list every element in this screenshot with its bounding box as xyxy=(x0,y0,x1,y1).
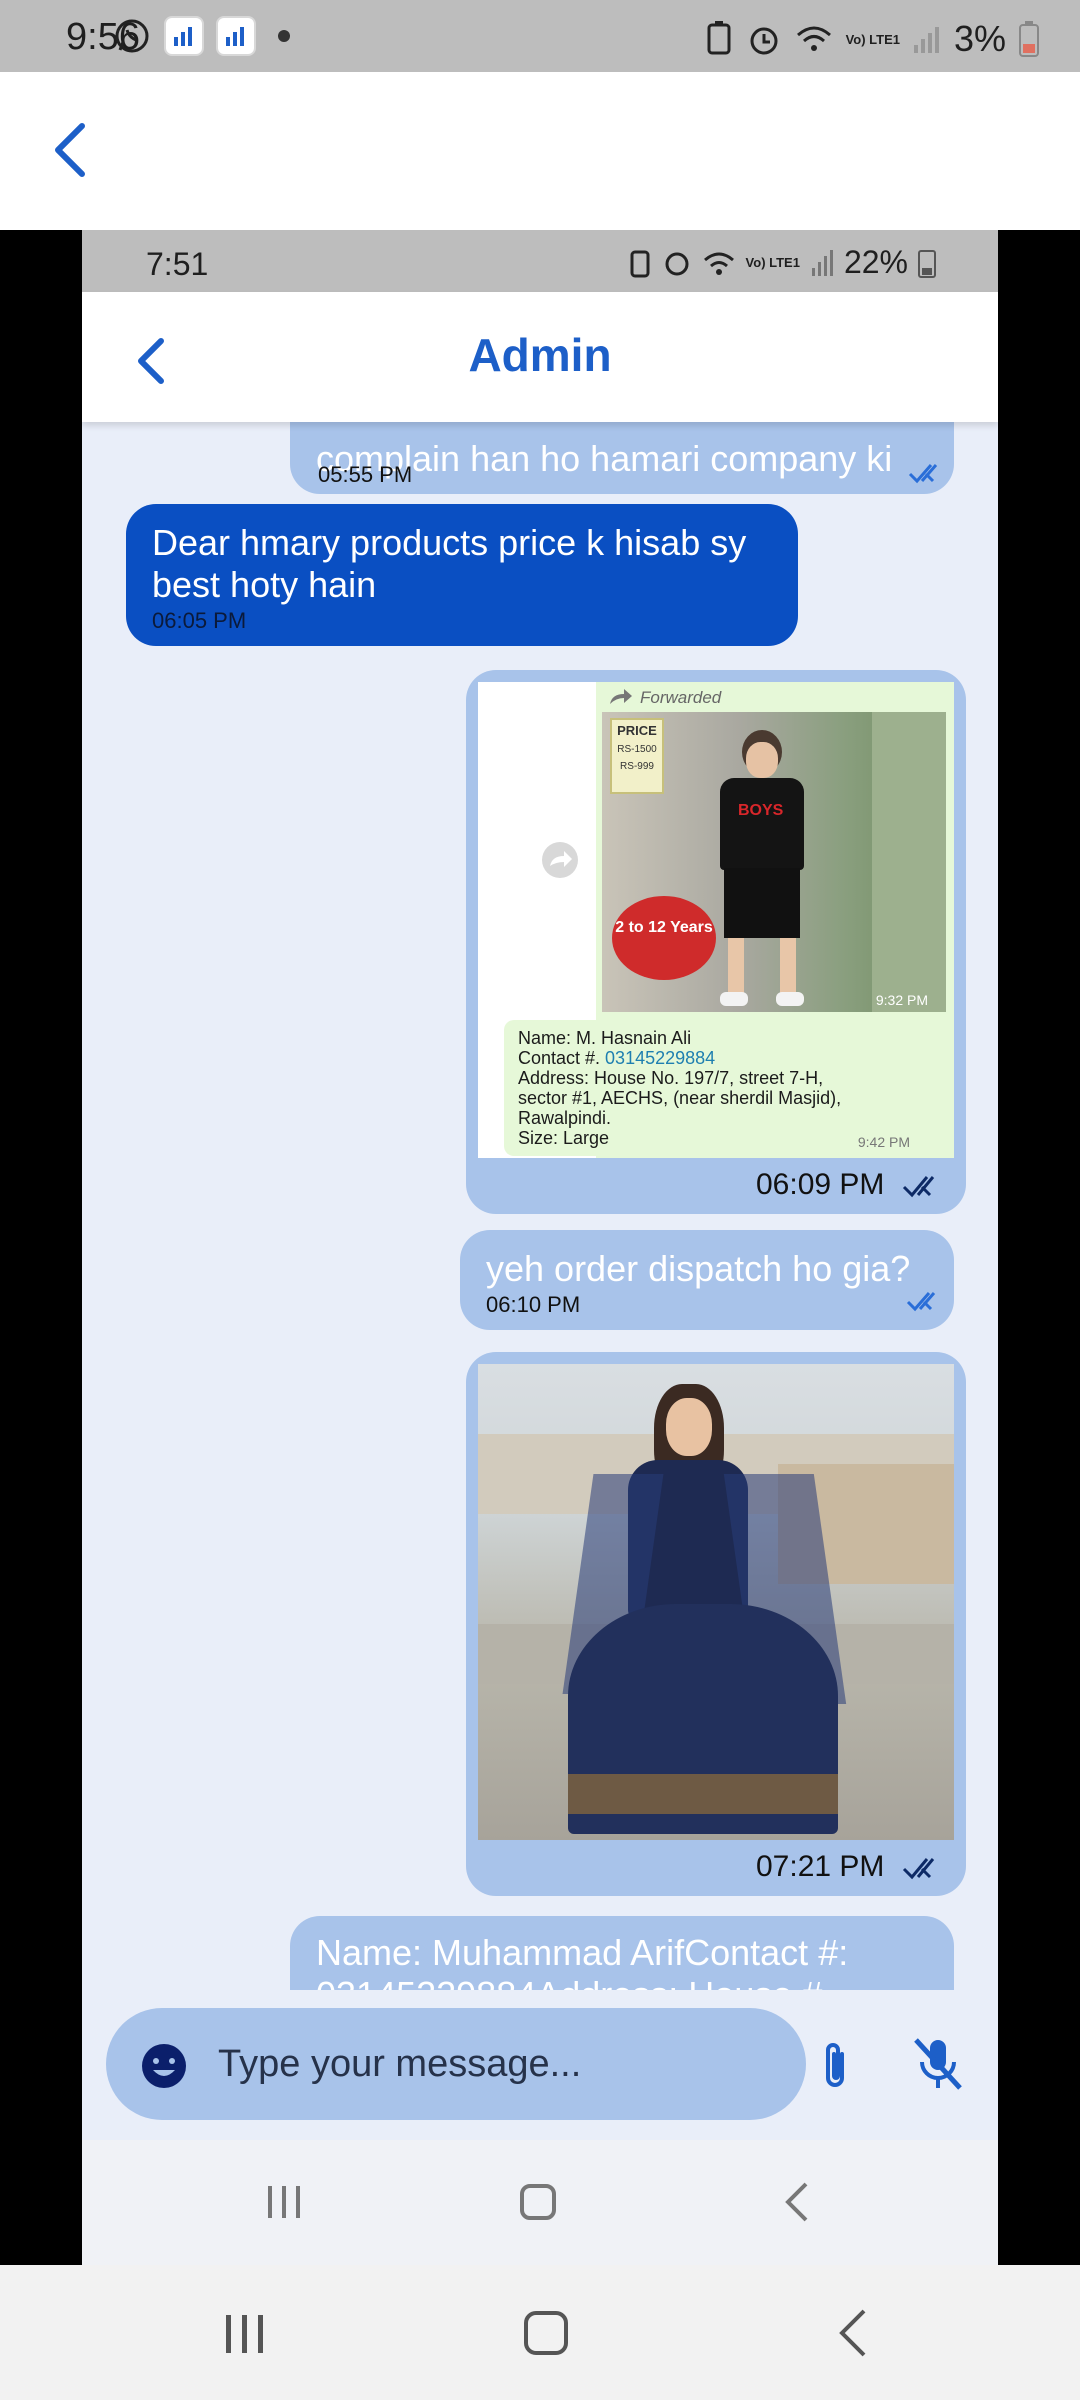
app-notification-icon xyxy=(164,16,204,56)
message-input[interactable] xyxy=(218,2036,778,2092)
inner-photo-time: 9:32 PM xyxy=(875,992,928,1008)
whatsapp-icon xyxy=(115,19,149,53)
message-time: 06:05 PM xyxy=(152,608,247,633)
chevron-left-icon xyxy=(55,123,85,177)
recent-apps-icon[interactable] xyxy=(222,2311,268,2357)
inner-system-icons: Vo) LTE1 22% xyxy=(628,244,936,281)
address-line: Address: House No. 197/7, street 7-H, xyxy=(518,1068,824,1088)
battery-saver-icon xyxy=(630,250,650,277)
double-check-icon xyxy=(902,1858,935,1880)
dress-photo[interactable] xyxy=(478,1364,954,1840)
shirt-text: BOYS xyxy=(738,802,784,819)
price-new: RS-999 xyxy=(620,761,654,772)
emoji-icon[interactable] xyxy=(140,2042,188,2090)
message-text: yeh order dispatch ho gia? xyxy=(486,1248,911,1289)
inner-status-time: 7:51 xyxy=(146,246,209,282)
outer-app-bar xyxy=(0,72,1080,230)
back-nav-icon[interactable] xyxy=(836,2307,870,2359)
battery-saver-icon xyxy=(707,21,731,55)
screen: 9:56 Vo) LTE1 3% 7:51 Vo) LTE1 22% Admin… xyxy=(0,0,1080,2400)
network-type-label: Vo) LTE1 xyxy=(745,255,800,270)
age-badge: 2 to 12 Years xyxy=(612,896,716,980)
sent-message[interactable]: yeh order dispatch ho gia? 06:10 PM xyxy=(460,1230,954,1330)
back-nav-icon[interactable] xyxy=(782,2180,812,2224)
price-tag: PRICE RS-1500 RS-999 xyxy=(610,718,664,794)
age-badge-text: 2 to 12 Years xyxy=(615,919,713,936)
sent-image-message[interactable]: Forwarded PRICE RS-1500 RS-999 BOYS 2 to… xyxy=(466,670,966,1214)
forwarded-screenshot-image[interactable]: Forwarded PRICE RS-1500 RS-999 BOYS 2 to… xyxy=(478,682,954,1158)
message-time: 05:55 PM xyxy=(318,462,413,487)
more-notifications-dot xyxy=(278,30,290,42)
alarm-icon xyxy=(665,252,689,275)
address-line: Rawalpindi. xyxy=(518,1108,612,1128)
product-photo: PRICE RS-1500 RS-999 BOYS 2 to 12 Years … xyxy=(602,712,946,1012)
signal-icon xyxy=(913,27,939,53)
chat-header: Admin xyxy=(82,292,998,422)
outer-battery-percent: 3% xyxy=(953,18,1006,59)
outer-status-bar: 9:56 Vo) LTE1 3% xyxy=(0,0,1080,72)
shared-screenshot: 7:51 Vo) LTE1 22% Admin complain han ho … xyxy=(82,230,998,2265)
message-text: Name: Muhammad ArifContact #: xyxy=(316,1932,849,1973)
message-input-bar xyxy=(82,1990,998,2140)
outer-system-icons: Vo) LTE1 3% xyxy=(704,18,1040,60)
inner-battery-percent: 22% xyxy=(843,244,908,280)
outer-notification-icons xyxy=(112,16,290,56)
sent-image-message[interactable]: 07:21 PM xyxy=(466,1352,966,1896)
message-input-container xyxy=(106,2008,806,2120)
message-time: 06:10 PM xyxy=(486,1292,581,1317)
address-message: Name: M. Hasnain Ali Contact #. 03145229… xyxy=(504,1020,944,1156)
alarm-icon xyxy=(750,27,778,55)
double-check-icon xyxy=(906,1292,936,1312)
contact-number-link[interactable]: 03145229884 xyxy=(605,1048,715,1068)
tshirt: BOYS xyxy=(720,778,804,870)
inner-status-bar: 7:51 Vo) LTE1 22% xyxy=(82,230,998,292)
app-notification-icon xyxy=(216,16,256,56)
price-old: RS-1500 xyxy=(617,744,657,755)
contact-line: Contact #. 03145229884 xyxy=(518,1048,938,1068)
outer-navigation-bar xyxy=(0,2265,1080,2400)
forward-icon xyxy=(610,689,632,704)
home-icon[interactable] xyxy=(522,2309,570,2357)
signal-icon xyxy=(811,249,833,276)
wifi-icon xyxy=(796,26,831,51)
contact-label: Contact #. xyxy=(518,1048,606,1068)
address-time: 9:42 PM xyxy=(857,1134,910,1150)
outer-back-button[interactable] xyxy=(50,120,90,185)
double-check-icon xyxy=(902,1176,935,1198)
network-type-label: Vo) LTE1 xyxy=(845,31,900,47)
wifi-icon xyxy=(703,252,734,275)
received-message[interactable]: Dear hmary products price k hisab sy bes… xyxy=(126,504,798,646)
inner-navigation-bar xyxy=(82,2140,998,2265)
home-icon[interactable] xyxy=(518,2182,558,2222)
double-check-icon xyxy=(908,464,938,484)
paperclip-icon[interactable] xyxy=(818,2040,852,2092)
message-text: Dear hmary products price k hisab sy bes… xyxy=(152,522,747,605)
forward-icon xyxy=(542,842,578,878)
battery-icon xyxy=(918,249,936,278)
message-time: 06:09 PM xyxy=(756,1168,885,1201)
price-label: PRICE xyxy=(617,723,657,738)
recent-apps-icon[interactable] xyxy=(264,2182,304,2222)
battery-low-icon xyxy=(1019,21,1039,57)
mic-off-icon[interactable] xyxy=(910,2034,966,2094)
address-line: Name: M. Hasnain Ali xyxy=(518,1028,692,1048)
message-time: 07:21 PM xyxy=(756,1850,885,1883)
forwarded-label: Forwarded xyxy=(640,688,722,707)
chat-title: Admin xyxy=(468,329,612,381)
address-line: sector #1, AECHS, (near sherdil Masjid), xyxy=(518,1088,842,1108)
